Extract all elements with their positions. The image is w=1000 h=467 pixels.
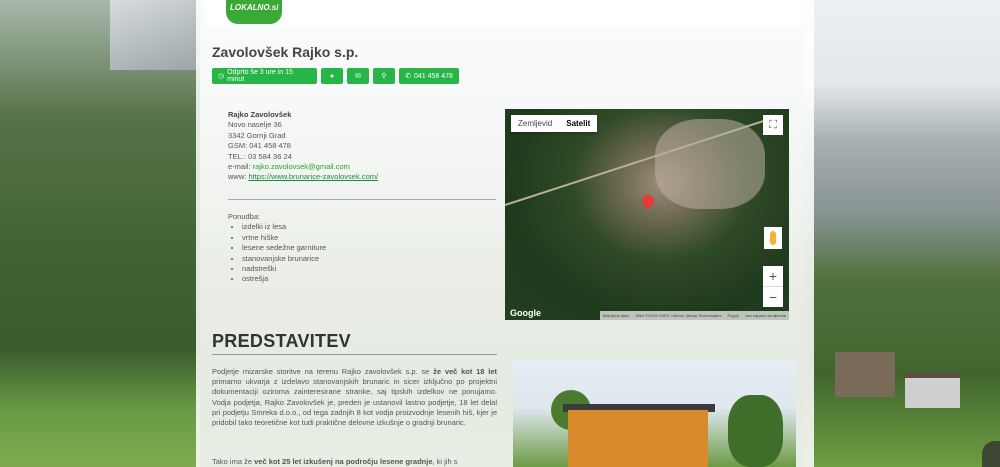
header-bar xyxy=(205,0,805,26)
map-village-area xyxy=(655,119,765,209)
contact-city: 3342 Gornji Grad xyxy=(228,130,286,140)
contact-street: Novo naselje 36 xyxy=(228,120,282,130)
location-button[interactable]: ⚲ xyxy=(373,68,395,84)
contact-email-row: e-mail: rajko.zavolovsek@gmail.com xyxy=(228,162,496,172)
intro-emphasis: že več kot 18 let xyxy=(433,367,497,376)
offer-heading: Ponudba: xyxy=(228,212,261,221)
list-item: nadstreški xyxy=(242,264,326,274)
map-attribution: Bližnjične tipke Slike ©2024 CNES / Airb… xyxy=(600,311,789,320)
map-marker-icon[interactable] xyxy=(639,192,657,210)
tab-satellite[interactable]: Satelit xyxy=(559,115,597,132)
contact-name: Rajko Zavolovšek xyxy=(228,110,292,119)
zoom-out-button[interactable]: − xyxy=(763,287,783,307)
report-error-link[interactable]: Javi napako zemljevida xyxy=(745,313,786,318)
map-type-tabs: Zemljevid Satelit xyxy=(511,115,598,132)
intro-paragraph: Podjetje mizarske storitve na terenu Raj… xyxy=(212,367,497,428)
divider xyxy=(228,199,496,200)
phone-icon: ✆ xyxy=(405,73,411,80)
list-item: ostrešja xyxy=(242,274,326,284)
list-item: lesene sedežne garniture xyxy=(242,243,326,253)
fullscreen-icon[interactable]: ⛶ xyxy=(763,115,783,135)
intro-text: Podjetje mizarske storitve na terenu Raj… xyxy=(212,367,434,376)
imagery-credit: Slike ©2024 CNES / Airbus, Maxar Technol… xyxy=(635,313,722,318)
intro-text: Tako ima že xyxy=(212,457,255,466)
background-house xyxy=(835,352,895,397)
opening-hours-button[interactable]: ◷ Odprto še 3 ure in 15 minut xyxy=(212,68,317,84)
phone-button[interactable]: ✆ 041 458 478 xyxy=(399,68,459,84)
contact-block: Rajko Zavolovšek Novo naselje 36 3342 Go… xyxy=(228,110,496,183)
zoom-controls: + − xyxy=(763,266,783,307)
intro-text: , ki jih s xyxy=(432,457,458,466)
offer-list: izdelki iz lesa vrtne hiške lesene sedež… xyxy=(228,222,326,284)
company-title: Zavolovšek Rajko s.p. xyxy=(212,44,359,60)
map-marker-icon: ⚲ xyxy=(381,73,387,80)
phone-label: 041 458 478 xyxy=(413,72,453,80)
website-button[interactable]: ● xyxy=(321,68,343,84)
action-buttons: ◷ Odprto še 3 ure in 15 minut ● ✉ ⚲ ✆ 04… xyxy=(212,68,459,84)
contact-www-row: www: https://www.brunarice-zavolovsek.co… xyxy=(228,172,496,182)
cabin-photo xyxy=(513,360,796,467)
street-view-pegman-icon[interactable] xyxy=(764,227,782,249)
clock-icon: ◷ xyxy=(218,73,225,80)
background-house xyxy=(905,372,960,408)
scroll-to-top-button[interactable] xyxy=(982,441,1000,467)
globe-icon: ● xyxy=(329,72,335,80)
intro-heading: PREDSTAVITEV xyxy=(212,331,351,351)
website-link[interactable]: https://www.brunarice-zavolovsek.com/ xyxy=(248,172,378,181)
intro-text: primarno ukvarja z izdelavo stanovanjski… xyxy=(212,377,497,428)
contact-tel: TEL.: 03 584 36 24 xyxy=(228,151,292,161)
site-logo[interactable]: LOKALNO.si xyxy=(226,0,282,24)
terms-link[interactable]: Pogoji xyxy=(728,313,739,318)
opening-hours-label: Odprto še 3 ure in 15 minut xyxy=(227,69,293,83)
divider xyxy=(212,354,497,355)
offer-block: Ponudba: izdelki iz lesa vrtne hiške les… xyxy=(228,212,326,285)
list-item: vrtne hiške xyxy=(242,233,326,243)
keyboard-shortcuts-link[interactable]: Bližnjične tipke xyxy=(603,313,629,318)
zoom-in-button[interactable]: + xyxy=(763,266,783,287)
logo-text: LOKALNO.si xyxy=(230,3,279,12)
www-label: www: xyxy=(228,172,247,182)
background-landscape-left xyxy=(0,0,200,467)
list-item: izdelki iz lesa xyxy=(242,222,326,232)
list-item: stanovanjske brunarice xyxy=(242,254,326,264)
envelope-icon: ✉ xyxy=(355,73,361,80)
tab-map[interactable]: Zemljevid xyxy=(511,115,559,132)
google-logo[interactable]: Google xyxy=(510,308,541,318)
email-label: e-mail: xyxy=(228,162,251,172)
google-map[interactable]: Zemljevid Satelit ⛶ + − Google Bližnjičn… xyxy=(505,109,789,320)
background-landscape-right xyxy=(805,0,1000,467)
email-button[interactable]: ✉ xyxy=(347,68,369,84)
email-link[interactable]: rajko.zavolovsek@gmail.com xyxy=(253,162,350,171)
intro-paragraph-2: Tako ima že več kot 25 let izkušenj na p… xyxy=(212,457,497,467)
intro-emphasis: več kot 25 let izkušenj na področju lese… xyxy=(254,457,433,466)
contact-gsm: GSM: 041 458 478 xyxy=(228,141,291,151)
